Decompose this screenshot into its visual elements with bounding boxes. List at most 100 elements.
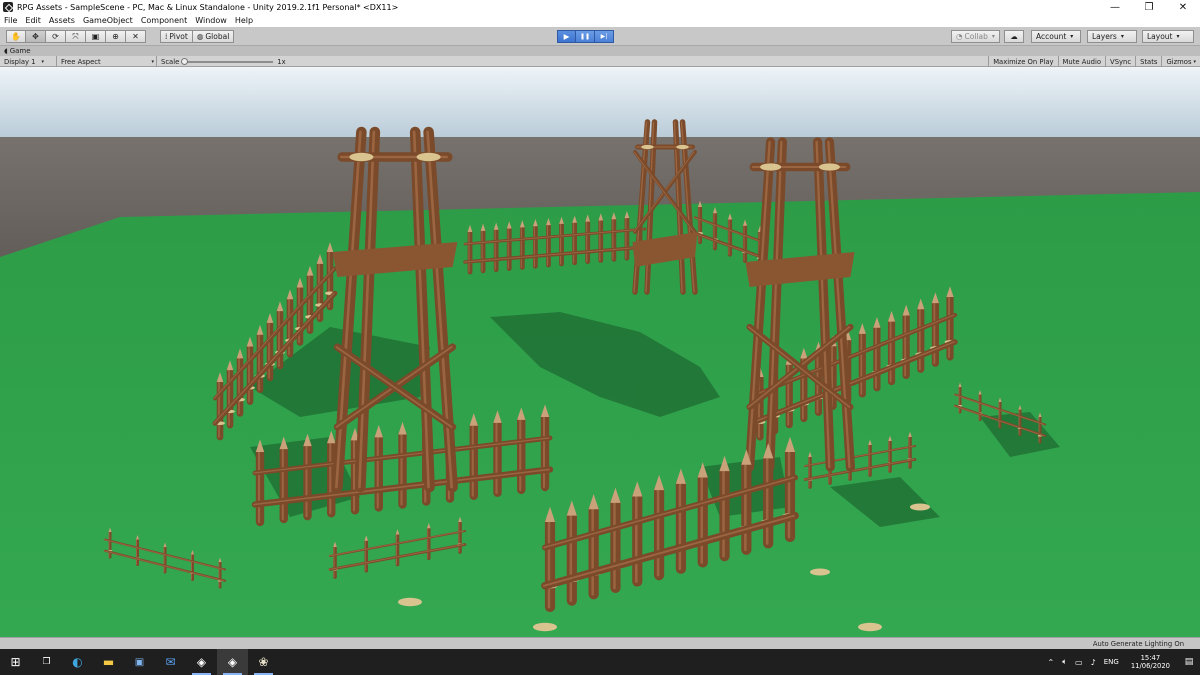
menu-assets[interactable]: Assets [49, 16, 75, 25]
collab-group: ◔ Collab [951, 30, 1000, 43]
clock[interactable]: 15:47 11/06/2020 [1131, 654, 1170, 670]
rotate-tool-button[interactable]: ⟳ [46, 30, 66, 43]
layout-group: Layout [1142, 30, 1194, 43]
file-explorer-button[interactable]: ▬ [93, 649, 124, 675]
clock-time: 15:47 [1140, 654, 1161, 662]
window-controls: — ❐ ✕ [1098, 0, 1200, 14]
stats-toggle[interactable]: Stats [1135, 56, 1161, 67]
windows-taskbar: ⊞ ❐ ◐ ▬ ▣ ✉ ◈ ◈ ❀ ⌃ 🔈︎ ▭ ♪ ENG 15:47 11/… [0, 649, 1200, 675]
aspect-label: Free Aspect [61, 57, 101, 66]
account-dropdown[interactable]: Account [1031, 30, 1081, 43]
chevron-down-icon: ▾ [1193, 58, 1196, 65]
pause-button[interactable]: ❚❚ [576, 30, 595, 43]
menu-help[interactable]: Help [235, 16, 253, 25]
mail-button[interactable]: ✉ [155, 649, 186, 675]
loose-spike-rope [533, 622, 557, 632]
scale-slider[interactable] [181, 57, 274, 65]
menu-component[interactable]: Component [141, 16, 187, 25]
transform-tool-button[interactable]: ⊕ [106, 30, 126, 43]
collab-label: Collab [964, 32, 988, 41]
clock-date: 11/06/2020 [1130, 662, 1170, 670]
scale-slider-handle[interactable] [181, 57, 189, 65]
game-tab-label: Game [9, 47, 31, 55]
rect-icon: ▣ [91, 32, 100, 41]
layers-dropdown[interactable]: Layers [1087, 30, 1137, 43]
globe-icon: ◍ [196, 32, 204, 41]
mute-audio-toggle[interactable]: Mute Audio [1057, 56, 1106, 67]
play-button[interactable]: ▶ [557, 30, 576, 43]
menu-window[interactable]: Window [195, 16, 227, 25]
unity-editor-window: RPG Assets - SampleScene - PC, Mac & Lin… [0, 0, 1200, 675]
rect-tool-button[interactable]: ▣ [86, 30, 106, 43]
menu-edit[interactable]: Edit [25, 16, 41, 25]
scale-slider-group: Scale 1x [156, 56, 286, 67]
blender-icon: ❀ [258, 655, 269, 669]
pivot-global-toggles: ⁞ Pivot ◍ Global [160, 30, 235, 43]
play-icon: ▶ [563, 32, 570, 41]
loose-spike-rope [858, 622, 882, 632]
menu-file[interactable]: File [4, 16, 17, 25]
global-toggle-button[interactable]: ◍ Global [192, 30, 235, 43]
chevron-up-icon[interactable]: ⌃ [1048, 658, 1055, 667]
cloud-button[interactable]: ☁ [1004, 30, 1024, 43]
store-button[interactable]: ▣ [124, 649, 155, 675]
blender-button[interactable]: ❀ [248, 649, 279, 675]
pivot-label: Pivot [169, 32, 188, 41]
cloud-group: ☁ [1004, 30, 1024, 43]
unity-logo-icon [3, 2, 13, 12]
layout-dropdown[interactable]: Layout [1142, 30, 1194, 43]
edge-button[interactable]: ◐ [62, 649, 93, 675]
collab-icon: ◔ [956, 32, 963, 41]
speaker-icon[interactable]: 🔈︎ [1062, 657, 1067, 667]
unity-hub-icon: ◈ [196, 655, 207, 669]
minimize-button[interactable]: — [1098, 0, 1132, 14]
gizmos-dropdown[interactable]: Gizmos ▾ [1161, 56, 1200, 67]
scale-icon: ⤧ [72, 31, 79, 41]
taskbar-apps: ⊞ ❐ ◐ ▬ ▣ ✉ ◈ ◈ ❀ [0, 649, 279, 675]
collab-dropdown[interactable]: ◔ Collab [951, 30, 1000, 43]
move-tool-button[interactable]: ✥ [26, 30, 46, 43]
hand-icon: ✋ [11, 32, 21, 41]
status-text: Auto Generate Lighting On [1092, 640, 1184, 648]
scale-value: 1x [277, 57, 286, 66]
task-view-button[interactable]: ❐ [31, 649, 62, 675]
unity-hub-button[interactable]: ◈ [186, 649, 217, 675]
scale-label: Scale [161, 57, 180, 66]
close-button[interactable]: ✕ [1166, 0, 1200, 14]
volume-icon[interactable]: ♪ [1091, 658, 1096, 667]
layers-label: Layers [1092, 32, 1117, 41]
start-button[interactable]: ⊞ [0, 649, 31, 675]
game-tab[interactable]: ◖ Game [0, 46, 1200, 56]
notification-center-icon[interactable]: ▤ [1178, 649, 1200, 675]
loose-spike-rope [910, 503, 930, 511]
unity-editor-icon: ◈ [227, 655, 238, 669]
custom-tool-button[interactable]: ✕ [126, 30, 146, 43]
pivot-toggle-button[interactable]: ⁞ Pivot [160, 30, 193, 43]
network-icon[interactable]: ▭ [1075, 658, 1083, 667]
store-icon: ▣ [134, 656, 145, 668]
game-view-toggles: Maximize On Play Mute Audio VSync Stats … [988, 56, 1200, 67]
game-tab-icon: ◖ [4, 47, 8, 55]
aspect-dropdown[interactable]: Free Aspect ▾ [56, 56, 156, 67]
global-label: Global [205, 32, 230, 41]
cloud-icon: ☁ [1010, 32, 1018, 41]
language-indicator[interactable]: ENG [1104, 658, 1119, 666]
restore-button[interactable]: ❐ [1132, 0, 1166, 14]
step-button[interactable]: ▶| [595, 30, 614, 43]
loose-spike-rope [810, 568, 830, 576]
main-toolbar: ✋ ✥ ⟳ ⤧ ▣ ⊕ ✕ ⁞ Pivot ◍ Global ▶ ❚❚ ▶| ◔ Co… [0, 27, 1200, 46]
custom-tool-icon: ✕ [132, 32, 139, 41]
unity-editor-button[interactable]: ◈ [217, 649, 248, 675]
hand-tool-button[interactable]: ✋ [6, 30, 26, 43]
account-label: Account [1036, 32, 1067, 41]
vsync-toggle[interactable]: VSync [1105, 56, 1135, 67]
back-tower-rope [641, 144, 654, 150]
chevron-down-icon: ▾ [151, 58, 154, 65]
layers-group: Layers [1087, 30, 1137, 43]
scale-tool-button[interactable]: ⤧ [66, 30, 86, 43]
game-viewport[interactable] [0, 67, 1200, 637]
maximize-on-play-toggle[interactable]: Maximize On Play [988, 56, 1057, 67]
chevron-down-icon: ▾ [41, 58, 45, 65]
menu-gameobject[interactable]: GameObject [83, 16, 133, 25]
display-dropdown[interactable]: Display 1 ▾ [4, 56, 56, 67]
